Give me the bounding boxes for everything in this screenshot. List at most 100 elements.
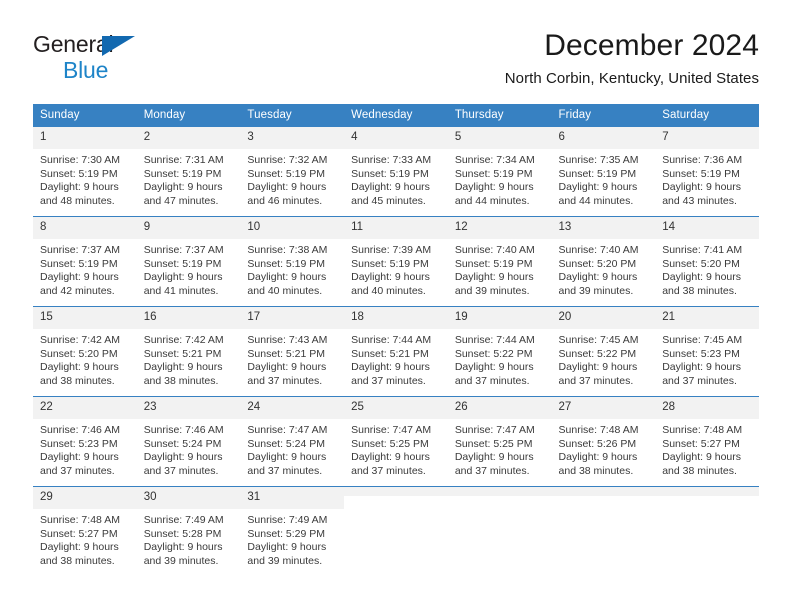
day-sun-info: Sunrise: 7:30 AM Sunset: 5:19 PM Daylight:… (33, 149, 137, 208)
day-number: 22 (33, 397, 137, 419)
calendar-day-cell[interactable]: 10 Sunrise: 7:38 AM Sunset: 5:19 PM Dayligh… (240, 216, 345, 307)
daylight-duration-line1: Daylight: 9 hours (351, 451, 430, 463)
sunset-time: Sunset: 5:19 PM (143, 167, 222, 180)
calendar-day-cell[interactable]: 20 Sunrise: 7:45 AM Sunset: 5:22 PM Dayligh… (551, 306, 656, 397)
sunset-time: Sunset: 5:23 PM (662, 347, 740, 360)
sunset-time: Sunset: 5:19 PM (247, 257, 326, 270)
day-sun-info: Sunrise: 7:35 AM Sunset: 5:19 PM Daylight:… (552, 149, 656, 208)
calendar-day-cell[interactable]: 29 Sunrise: 7:48 AM Sunset: 5:27 PM Dayligh… (33, 486, 137, 576)
day-sun-info: Sunrise: 7:40 AM Sunset: 5:20 PM Daylight:… (552, 239, 656, 298)
calendar-day-cell[interactable]: 16 Sunrise: 7:42 AM Sunset: 5:21 PM Dayligh… (136, 306, 241, 397)
daylight-duration-line2: and 38 minutes. (40, 554, 115, 567)
calendar-day-cell[interactable]: 8 Sunrise: 7:37 AM Sunset: 5:19 PM Daylight… (33, 216, 137, 307)
calendar-day-cell[interactable]: 21 Sunrise: 7:45 AM Sunset: 5:23 PM Dayligh… (655, 306, 759, 397)
weekday-header-sunday: Sunday (33, 104, 137, 127)
sunset-time: Sunset: 5:19 PM (143, 257, 222, 270)
day-number: 19 (447, 307, 552, 329)
calendar-day-cell-empty (344, 486, 448, 576)
daylight-duration-line1: Daylight: 9 hours (454, 181, 534, 193)
day-number: 13 (551, 217, 656, 239)
sunset-time: Sunset: 5:27 PM (662, 437, 740, 450)
calendar-day-cell[interactable]: 5 Sunrise: 7:34 AM Sunset: 5:19 PM Daylight… (447, 126, 552, 217)
daylight-duration-line1: Daylight: 9 hours (662, 181, 742, 193)
calendar-day-cell[interactable]: 18 Sunrise: 7:44 AM Sunset: 5:21 PM Dayligh… (344, 306, 448, 397)
sunrise-time: Sunrise: 7:33 AM (351, 154, 432, 166)
daylight-duration-line2: and 40 minutes. (247, 284, 323, 297)
daylight-duration-line2: and 38 minutes. (40, 374, 115, 387)
calendar-day-cell[interactable]: 3 Sunrise: 7:32 AM Sunset: 5:19 PM Daylight… (240, 126, 345, 217)
calendar-day-cell[interactable]: 23 Sunrise: 7:46 AM Sunset: 5:24 PM Dayligh… (136, 396, 241, 487)
day-sun-info: Sunrise: 7:41 AM Sunset: 5:20 PM Daylight:… (655, 239, 759, 298)
calendar-day-cell[interactable]: 25 Sunrise: 7:47 AM Sunset: 5:25 PM Dayligh… (344, 396, 448, 487)
calendar-day-cell[interactable]: 28 Sunrise: 7:48 AM Sunset: 5:27 PM Dayligh… (655, 396, 759, 487)
day-number: 10 (240, 217, 345, 239)
calendar-day-cell-empty (655, 486, 759, 576)
day-number: 16 (136, 307, 241, 329)
day-number: 14 (655, 217, 759, 239)
daylight-duration-line2: and 39 minutes. (454, 284, 530, 297)
daylight-duration-line2: and 37 minutes. (662, 374, 737, 387)
day-sun-info: Sunrise: 7:46 AM Sunset: 5:24 PM Daylight:… (137, 419, 241, 478)
logo-text-blue: Blue (63, 57, 109, 83)
daylight-duration-line2: and 37 minutes. (40, 464, 115, 477)
day-sun-info: Sunrise: 7:45 AM Sunset: 5:23 PM Daylight:… (655, 329, 759, 388)
calendar-day-cell[interactable]: 30 Sunrise: 7:49 AM Sunset: 5:28 PM Dayligh… (136, 486, 241, 576)
sunset-time: Sunset: 5:19 PM (454, 257, 533, 270)
daylight-duration-line2: and 40 minutes. (351, 284, 426, 297)
daylight-duration-line1: Daylight: 9 hours (558, 181, 638, 193)
calendar-day-cell[interactable]: 22 Sunrise: 7:46 AM Sunset: 5:23 PM Dayligh… (33, 396, 137, 487)
day-sun-info: Sunrise: 7:39 AM Sunset: 5:19 PM Daylight:… (344, 239, 448, 298)
sunrise-time: Sunrise: 7:49 AM (143, 514, 224, 526)
daylight-duration-line2: and 47 minutes. (143, 194, 219, 207)
calendar-day-cell[interactable]: 27 Sunrise: 7:48 AM Sunset: 5:26 PM Dayligh… (551, 396, 656, 487)
daylight-duration-line1: Daylight: 9 hours (247, 541, 327, 553)
calendar-week-row: 22 Sunrise: 7:46 AM Sunset: 5:23 PM Dayligh… (33, 396, 759, 487)
sunrise-time: Sunrise: 7:38 AM (247, 244, 328, 256)
calendar-day-cell[interactable]: 19 Sunrise: 7:44 AM Sunset: 5:22 PM Dayligh… (447, 306, 552, 397)
calendar-day-cell[interactable]: 31 Sunrise: 7:49 AM Sunset: 5:29 PM Dayligh… (240, 486, 345, 576)
sunrise-sunset-calendar-table: Sunday Monday Tuesday Wednesday Thursday… (33, 104, 759, 576)
sunrise-time: Sunrise: 7:48 AM (662, 424, 743, 436)
calendar-day-cell[interactable]: 6 Sunrise: 7:35 AM Sunset: 5:19 PM Daylight… (551, 126, 656, 217)
day-sun-info: Sunrise: 7:43 AM Sunset: 5:21 PM Daylight:… (240, 329, 344, 388)
day-number (447, 487, 552, 496)
calendar-day-cell[interactable]: 24 Sunrise: 7:47 AM Sunset: 5:24 PM Dayligh… (240, 396, 345, 487)
day-number: 4 (344, 127, 448, 149)
calendar-day-cell[interactable]: 17 Sunrise: 7:43 AM Sunset: 5:21 PM Dayligh… (240, 306, 345, 397)
sunset-time: Sunset: 5:24 PM (247, 437, 326, 450)
daylight-duration-line2: and 38 minutes. (662, 284, 737, 297)
day-number (344, 487, 448, 496)
calendar-day-cell[interactable]: 26 Sunrise: 7:47 AM Sunset: 5:25 PM Dayligh… (447, 396, 552, 487)
calendar-header-row-group: Sunday Monday Tuesday Wednesday Thursday… (33, 104, 759, 127)
sunrise-time: Sunrise: 7:39 AM (351, 244, 432, 256)
calendar-day-cell[interactable]: 12 Sunrise: 7:40 AM Sunset: 5:19 PM Dayligh… (447, 216, 552, 307)
sunrise-time: Sunrise: 7:44 AM (454, 334, 535, 346)
calendar-day-cell[interactable]: 2 Sunrise: 7:31 AM Sunset: 5:19 PM Daylight… (136, 126, 241, 217)
sunset-time: Sunset: 5:21 PM (247, 347, 326, 360)
sunset-time: Sunset: 5:22 PM (454, 347, 533, 360)
daylight-duration-line1: Daylight: 9 hours (662, 271, 742, 283)
daylight-duration-line1: Daylight: 9 hours (558, 451, 638, 463)
calendar-day-cell[interactable]: 14 Sunrise: 7:41 AM Sunset: 5:20 PM Dayligh… (655, 216, 759, 307)
sunrise-time: Sunrise: 7:47 AM (247, 424, 328, 436)
day-number: 9 (136, 217, 241, 239)
calendar-day-cell[interactable]: 4 Sunrise: 7:33 AM Sunset: 5:19 PM Daylight… (344, 126, 448, 217)
daylight-duration-line2: and 44 minutes. (454, 194, 530, 207)
calendar-day-cell[interactable]: 1 Sunrise: 7:30 AM Sunset: 5:19 PM Daylight… (33, 126, 137, 217)
calendar-body: 1 Sunrise: 7:30 AM Sunset: 5:19 PM Daylight… (33, 126, 759, 576)
daylight-duration-line1: Daylight: 9 hours (662, 451, 742, 463)
day-number: 6 (551, 127, 656, 149)
calendar-day-cell[interactable]: 15 Sunrise: 7:42 AM Sunset: 5:20 PM Dayligh… (33, 306, 137, 397)
calendar-day-cell[interactable]: 9 Sunrise: 7:37 AM Sunset: 5:19 PM Daylight… (136, 216, 241, 307)
sunrise-time: Sunrise: 7:42 AM (143, 334, 224, 346)
sunset-time: Sunset: 5:19 PM (40, 257, 118, 270)
day-sun-info: Sunrise: 7:44 AM Sunset: 5:21 PM Daylight:… (344, 329, 448, 388)
calendar-day-cell[interactable]: 7 Sunrise: 7:36 AM Sunset: 5:19 PM Daylight… (655, 126, 759, 217)
calendar-day-cell[interactable]: 11 Sunrise: 7:39 AM Sunset: 5:19 PM Dayligh… (344, 216, 448, 307)
day-number: 1 (33, 127, 137, 149)
calendar-day-cell[interactable]: 13 Sunrise: 7:40 AM Sunset: 5:20 PM Dayligh… (551, 216, 656, 307)
day-number (655, 487, 759, 496)
day-sun-info: Sunrise: 7:48 AM Sunset: 5:26 PM Daylight:… (552, 419, 656, 478)
calendar-week-row: 15 Sunrise: 7:42 AM Sunset: 5:20 PM Dayligh… (33, 306, 759, 397)
daylight-duration-line2: and 42 minutes. (40, 284, 115, 297)
